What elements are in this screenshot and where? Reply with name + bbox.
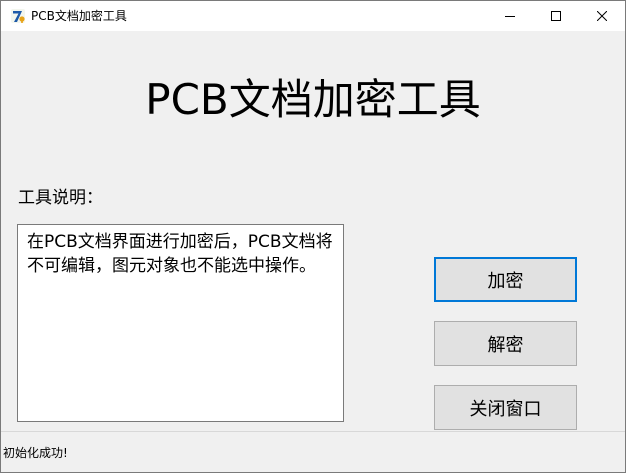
status-bar-divider [1, 431, 625, 432]
description-textbox[interactable]: 在PCB文档界面进行加密后，PCB文档将不可编辑，图元对象也不能选中操作。 [17, 224, 344, 422]
title-bar[interactable]: PCB文档加密工具 [1, 1, 625, 31]
minimize-button[interactable] [487, 1, 533, 31]
decrypt-button[interactable]: 解密 [434, 321, 577, 366]
close-icon [597, 11, 607, 21]
status-text: 初始化成功! [3, 446, 68, 460]
minimize-icon [505, 16, 515, 17]
app-icon[interactable] [10, 8, 26, 24]
page-title: PCB文档加密工具 [145, 75, 481, 124]
encrypt-button[interactable]: 加密 [434, 257, 577, 302]
app-window: PCB文档加密工具 PCB文档加密工具 工具说明： 在PCB文档界面进行加密后，… [0, 0, 626, 473]
description-label: 工具说明： [18, 188, 103, 208]
maximize-button[interactable] [533, 1, 579, 31]
window-title: PCB文档加密工具 [31, 9, 127, 23]
close-button[interactable] [579, 1, 625, 31]
maximize-icon [551, 11, 561, 21]
close-window-button[interactable]: 关闭窗口 [434, 385, 577, 430]
